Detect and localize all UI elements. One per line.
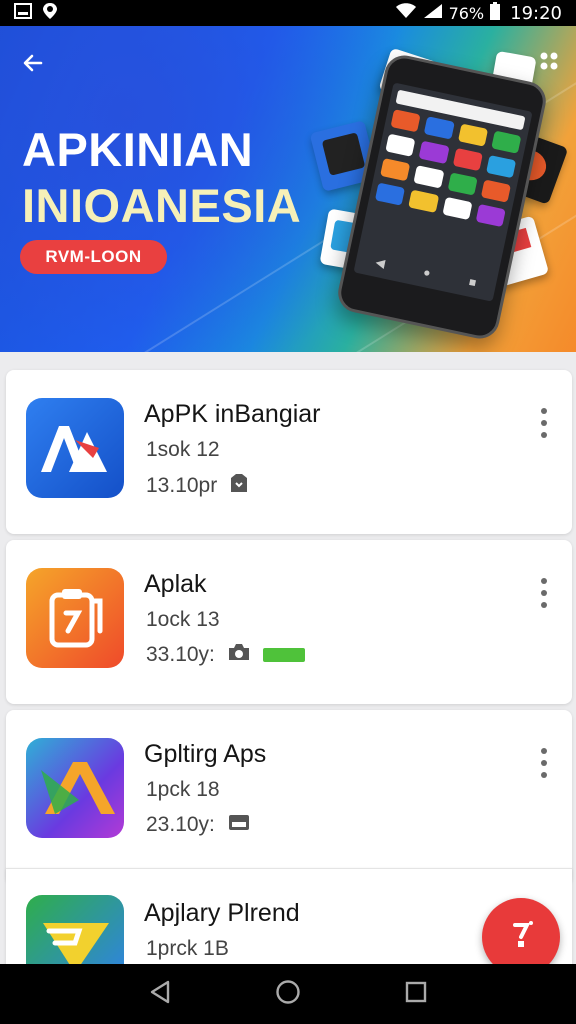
card-icon: [227, 812, 251, 838]
more-dots-icon: [536, 52, 562, 78]
app-card[interactable]: Aplak 1ock 13 33.10y:: [6, 540, 572, 704]
clipboard-icon: [26, 568, 124, 668]
system-nav-bar: [0, 964, 576, 1024]
hero-menu-button[interactable]: [536, 48, 562, 74]
back-button[interactable]: [16, 48, 50, 82]
hero-title-line1: APKINIAN: [22, 123, 254, 176]
app-size-row: 13.10pr: [146, 472, 249, 500]
app-size-row: 33.10y:: [146, 642, 305, 668]
wifi-icon: [395, 2, 417, 24]
hero-title-line2: INIOANESIA: [22, 179, 302, 232]
image-icon: [14, 2, 32, 24]
battery-icon: [490, 1, 501, 25]
app-version: 1pck 18: [146, 778, 220, 801]
app-size-row: 23.10y:: [146, 812, 251, 838]
status-right: 76% 19:20: [395, 1, 562, 25]
app-size: 33.10y:: [146, 643, 215, 666]
status-bar: 76% 19:20: [0, 0, 576, 26]
more-options-button[interactable]: [536, 408, 552, 438]
flag-logo-icon: [26, 895, 124, 964]
phone-nav: ◀ ● ■: [374, 254, 478, 290]
app-version: 1sok 12: [146, 438, 220, 461]
more-options-button[interactable]: [536, 748, 552, 778]
hero-title: APKINIAN INIOANESIA: [22, 122, 301, 234]
camera-icon: [227, 642, 251, 668]
nav-recents-button[interactable]: [396, 974, 436, 1014]
phone-screen: ◀ ● ■: [353, 82, 533, 302]
battery-percent: 76%: [448, 3, 485, 23]
more-options-button[interactable]: [536, 578, 552, 608]
recents-square-icon: [405, 981, 427, 1008]
back-triangle-icon: [149, 980, 171, 1009]
signal-icon: [423, 3, 443, 24]
app-card[interactable]: ApPK inBangiar 1sok 12 13.10pr: [6, 370, 572, 534]
app-list: ApPK inBangiar 1sok 12 13.10pr Aplak 1oc…: [0, 352, 576, 964]
location-icon: [42, 2, 58, 25]
status-left: [14, 2, 58, 25]
back-arrow-icon: [21, 51, 45, 80]
app-name: ApPK inBangiar: [144, 400, 321, 428]
fab-action-icon: [507, 919, 535, 956]
hero-cta-button[interactable]: RVM-LOON: [20, 240, 167, 274]
clock: 19:20: [510, 2, 562, 24]
nav-back-button[interactable]: [140, 974, 180, 1014]
badge-icon: [229, 472, 249, 500]
hero-banner: ◀ ● ■ APKINIAN INIOANESIA RVM-LOON: [0, 26, 576, 352]
home-circle-icon: [275, 979, 301, 1010]
nav-home-button[interactable]: [268, 974, 308, 1014]
green-badge: [262, 648, 305, 662]
app-version: 1prck 1B: [146, 937, 229, 960]
phone-app-grid: [374, 109, 522, 228]
triangle-logo-icon: [26, 738, 124, 838]
app-size: 13.10pr: [146, 474, 218, 497]
app-name: Aplak: [144, 570, 207, 598]
app-name: Apjlary Plrend: [144, 899, 300, 927]
phone-mockup: ◀ ● ■: [334, 51, 550, 343]
app-logo-icon: [26, 398, 124, 498]
app-name: Gpltirg Aps: [144, 740, 267, 768]
app-version: 1ock 13: [146, 608, 220, 631]
app-size: 23.10y:: [146, 813, 215, 836]
app-card[interactable]: Gpltirg Aps 1pck 18 23.10y:: [6, 710, 572, 885]
